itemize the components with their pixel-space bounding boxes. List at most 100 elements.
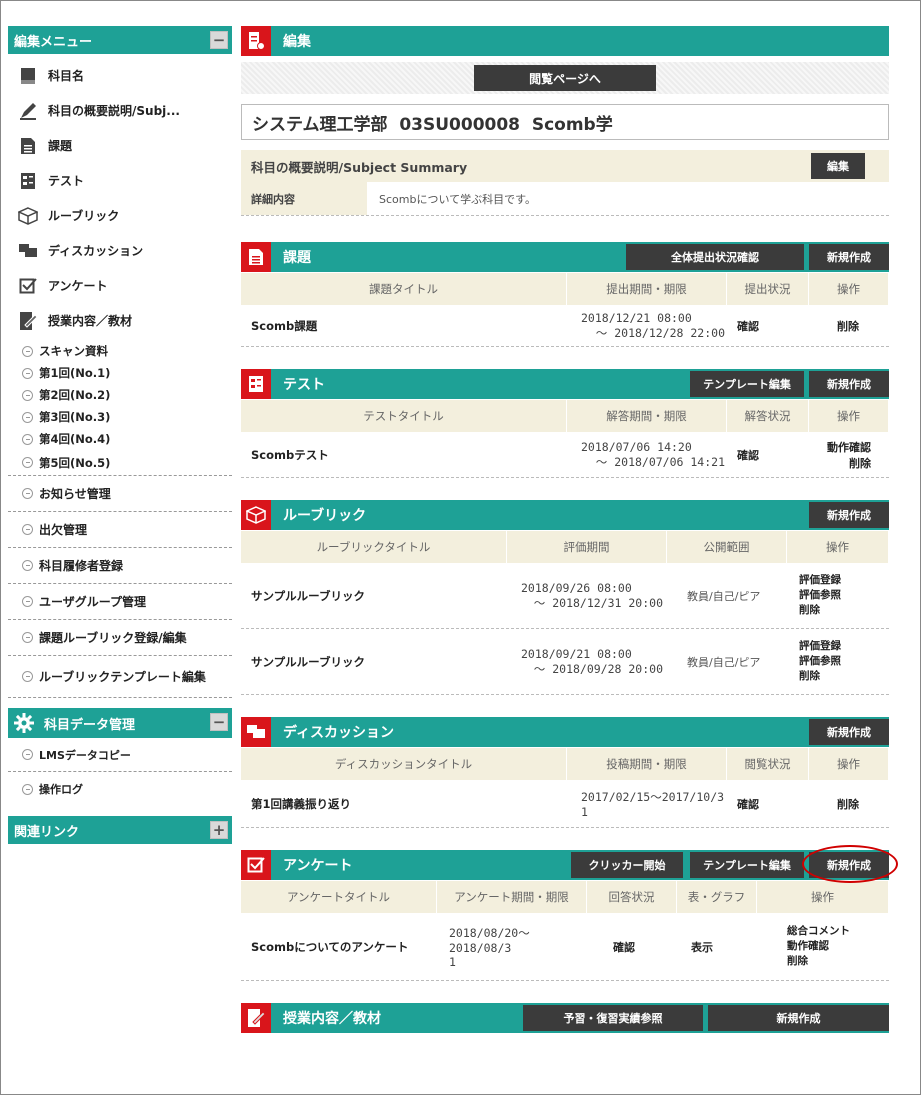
period-end: ～ 2018/09/28 20:00 xyxy=(533,661,663,676)
sidebar-subitem-lecture-2[interactable]: 第2回(No.2) xyxy=(8,384,232,406)
circle-minus-icon xyxy=(22,488,33,499)
delete-link[interactable]: 削除 xyxy=(787,954,808,969)
sidebar-item-assignment-rubric[interactable]: 課題ルーブリック登録/編集 xyxy=(8,620,232,656)
view-page-button[interactable]: 閲覧ページへ xyxy=(474,65,656,91)
sidebar-item-rubric-template[interactable]: ルーブリックテンプレート編集 xyxy=(8,656,232,698)
row-title[interactable]: Scomb課題 xyxy=(241,318,567,334)
row-title[interactable]: Scombテスト xyxy=(241,447,567,463)
row-title[interactable]: Scombについてのアンケート xyxy=(241,939,437,955)
assignment-table-header: 課題タイトル 提出期間・期限 提出状況 操作 xyxy=(241,273,889,305)
column-header: 投稿期間・期限 xyxy=(567,748,727,780)
delete-link[interactable]: 削除 xyxy=(799,669,820,684)
sidebar-item-assignment[interactable]: 課題 xyxy=(8,128,232,163)
evaluation-view-link[interactable]: 評価参照 xyxy=(799,654,841,669)
summary-edit-button[interactable]: 編集 xyxy=(811,153,865,179)
status-link[interactable]: 確認 xyxy=(727,318,809,334)
status-link[interactable]: 確認 xyxy=(587,939,677,955)
sidebar-item-test[interactable]: テスト xyxy=(8,163,232,198)
evaluation-register-link[interactable]: 評価登録 xyxy=(799,639,841,654)
sidebar-subitem-label: 第1回(No.1) xyxy=(39,366,111,380)
sidebar-item-discussion[interactable]: ディスカッション xyxy=(8,233,232,268)
sidebar-subitem-lecture-4[interactable]: 第4回(No.4) xyxy=(8,428,232,450)
main-content: 編集 閲覧ページへ システム理工学部 03SU000008 Scomb学 科目の… xyxy=(241,26,898,1033)
discussion-title: ディスカッション xyxy=(283,725,395,741)
rubric-new-button[interactable]: 新規作成 xyxy=(809,502,889,528)
sidebar-item-course-name[interactable]: 科目名 xyxy=(8,58,232,93)
test-template-button[interactable]: テンプレート編集 xyxy=(690,371,804,397)
column-header: 操作 xyxy=(809,273,889,305)
row-title[interactable]: サンプルルーブリック xyxy=(241,588,507,604)
overall-comment-link[interactable]: 総合コメント xyxy=(787,924,850,939)
summary-detail-row: 詳細内容 Scombについて学ぶ科目です。 xyxy=(241,182,889,216)
status-link[interactable]: 確認 xyxy=(727,796,809,812)
course-title-box: システム理工学部 03SU000008 Scomb学 xyxy=(241,104,889,140)
sidebar-subitem-scan[interactable]: スキャン資料 xyxy=(8,340,232,362)
column-header: テストタイトル xyxy=(241,400,567,432)
column-header: ディスカッションタイトル xyxy=(241,748,567,780)
circle-minus-icon xyxy=(22,671,33,682)
test-new-button[interactable]: 新規作成 xyxy=(809,371,889,397)
circle-minus-icon xyxy=(22,596,33,607)
sidebar-item-summary[interactable]: 科目の概要説明/Subj... xyxy=(8,93,232,128)
book-icon xyxy=(18,66,38,86)
circle-minus-icon xyxy=(22,749,33,760)
sidebar-item-user-groups[interactable]: ユーザグループ管理 xyxy=(8,584,232,620)
sidebar-item-label: 授業内容／教材 xyxy=(48,314,133,328)
sidebar-subitem-label: 第5回(No.5) xyxy=(39,455,111,470)
sidebar-item-label: 操作ログ xyxy=(39,783,83,796)
delete-link[interactable]: 削除 xyxy=(809,796,889,812)
graph-link[interactable]: 表示 xyxy=(677,939,757,955)
sidebar-item-rubric[interactable]: ルーブリック xyxy=(8,198,232,233)
delete-link[interactable]: 削除 xyxy=(849,455,871,471)
review-records-button[interactable]: 予習・復習実績参照 xyxy=(523,1005,703,1031)
assignment-title: 課題 xyxy=(283,250,311,266)
column-header: 操作 xyxy=(809,400,889,432)
edit-title: 編集 xyxy=(283,34,311,50)
sidebar-item-materials[interactable]: 授業内容／教材 xyxy=(8,303,232,338)
sidebar-subitem-label: スキャン資料 xyxy=(39,344,108,358)
submission-status-button[interactable]: 全体提出状況確認 xyxy=(626,244,804,270)
sidebar-item-survey[interactable]: アンケート xyxy=(8,268,232,303)
row-title[interactable]: サンプルルーブリック xyxy=(241,654,507,670)
row-title[interactable]: 第1回講義振り返り xyxy=(241,796,567,812)
clicker-start-button[interactable]: クリッカー開始 xyxy=(571,852,683,878)
sidebar: 編集メニュー − 科目名 科目の概要説明/Subj... 課題 テスト ルーブリ… xyxy=(8,26,232,844)
table-row: 第1回講義振り返り 2017/02/15～2017/10/3 1 確認 削除 xyxy=(241,780,889,828)
related-links-header[interactable]: 関連リンク + xyxy=(8,816,232,844)
test-title: テスト xyxy=(283,377,325,393)
status-link[interactable]: 確認 xyxy=(727,447,809,463)
sidebar-subitem-lecture-3[interactable]: 第3回(No.3) xyxy=(8,406,232,428)
gear-icon xyxy=(14,713,34,733)
materials-new-button[interactable]: 新規作成 xyxy=(708,1005,889,1031)
assignment-new-button[interactable]: 新規作成 xyxy=(809,244,889,270)
sidebar-item-lms-copy[interactable]: LMSデータコピー xyxy=(8,738,232,772)
survey-table-header: アンケートタイトル アンケート期間・期限 回答状況 表・グラフ 操作 xyxy=(241,881,889,913)
delete-link[interactable]: 削除 xyxy=(799,603,820,618)
discussion-new-button[interactable]: 新規作成 xyxy=(809,719,889,745)
assignment-header: 課題 全体提出状況確認 新規作成 xyxy=(241,242,889,272)
column-header: 解答期間・期限 xyxy=(567,400,727,432)
evaluation-register-link[interactable]: 評価登録 xyxy=(799,573,841,588)
delete-link[interactable]: 削除 xyxy=(809,318,889,334)
highlight-circle xyxy=(802,845,898,883)
action-check-link[interactable]: 動作確認 xyxy=(827,439,871,455)
sidebar-item-notices[interactable]: お知らせ管理 xyxy=(8,476,232,512)
evaluation-view-link[interactable]: 評価参照 xyxy=(799,588,841,603)
column-header: 提出状況 xyxy=(727,273,809,305)
sidebar-subitem-lecture-1[interactable]: 第1回(No.1) xyxy=(8,362,232,384)
action-check-link[interactable]: 動作確認 xyxy=(787,939,829,954)
collapse-toggle-button[interactable]: − xyxy=(210,713,228,731)
column-header: 回答状況 xyxy=(587,881,677,913)
survey-template-button[interactable]: テンプレート編集 xyxy=(690,852,804,878)
column-header: 操作 xyxy=(757,881,889,913)
expand-toggle-button[interactable]: + xyxy=(210,821,228,839)
sidebar-item-label: ディスカッション xyxy=(48,244,144,258)
sidebar-item-operation-log[interactable]: 操作ログ xyxy=(8,772,232,806)
sidebar-item-enrollment[interactable]: 科目履修者登録 xyxy=(8,548,232,584)
sidebar-item-label: ルーブリック xyxy=(48,209,120,223)
collapse-toggle-button[interactable]: − xyxy=(210,31,228,49)
sidebar-item-attendance[interactable]: 出欠管理 xyxy=(8,512,232,548)
sidebar-subitem-lecture-5[interactable]: 第5回(No.5) xyxy=(8,450,232,476)
summary-title: 科目の概要説明/Subject Summary xyxy=(251,159,468,175)
period-start: 2018/07/06 14:20 xyxy=(581,439,692,454)
